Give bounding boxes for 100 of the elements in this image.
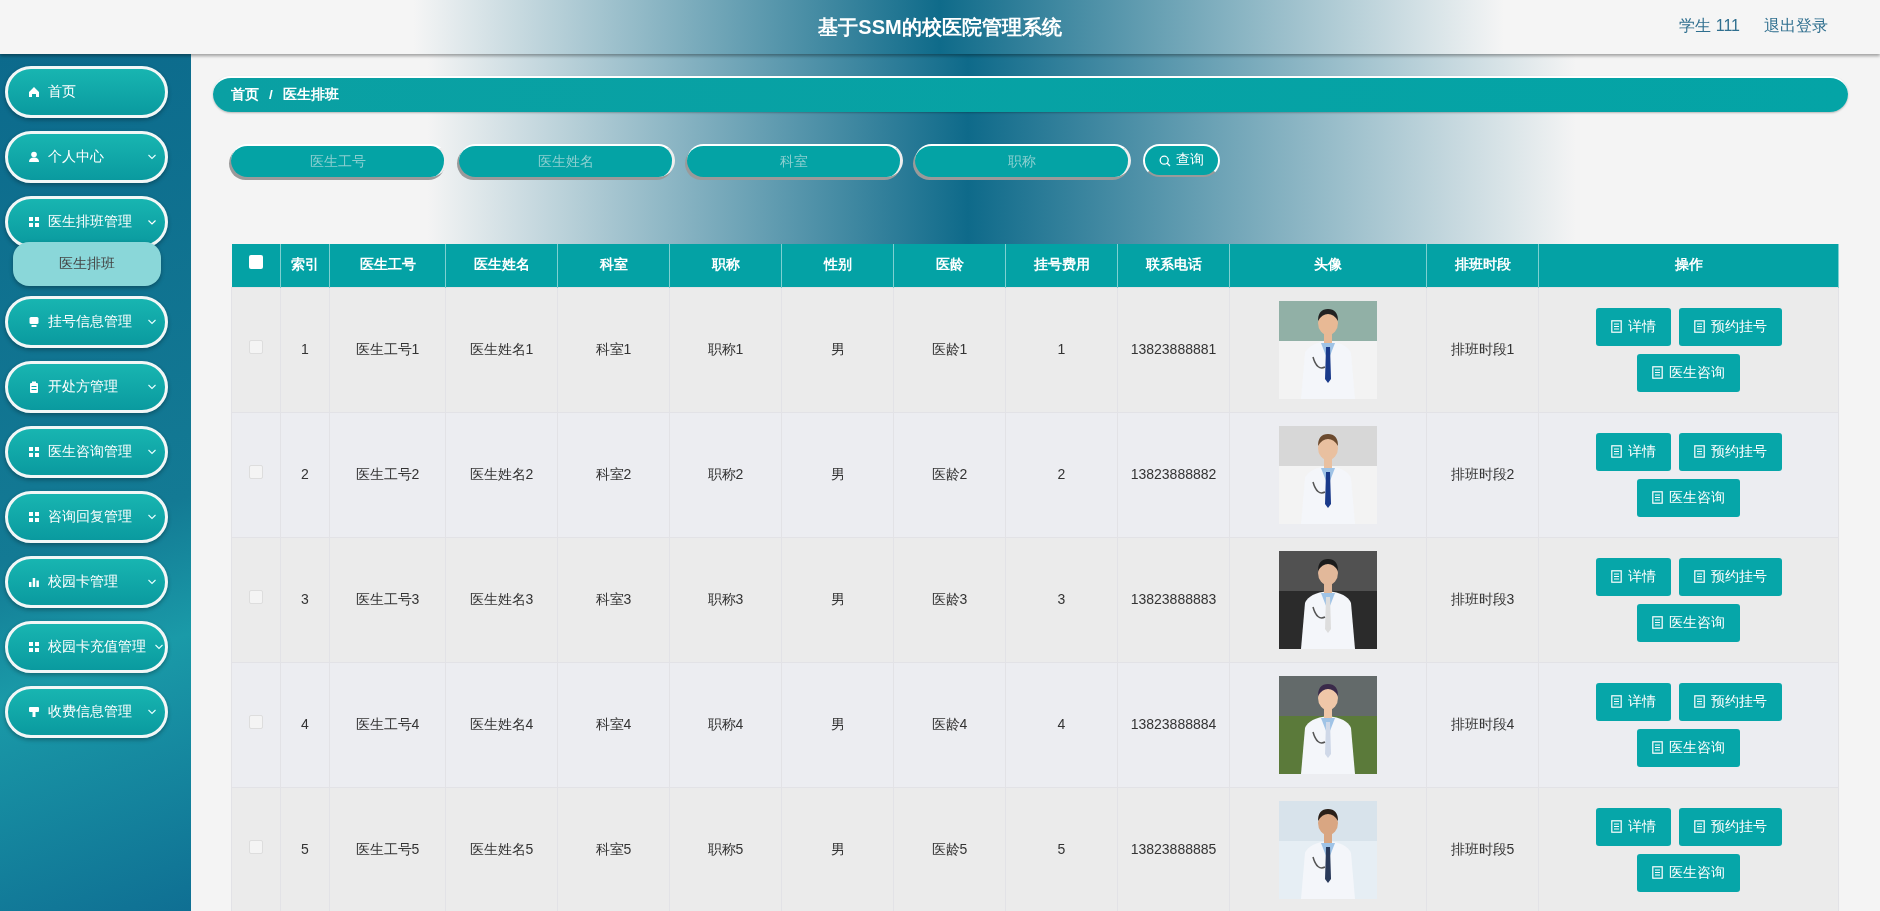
table-cell: 1 [1057, 341, 1066, 357]
table-cell: 职称2 [707, 466, 744, 482]
action-button[interactable]: 详情 [1595, 432, 1671, 471]
action-button[interactable]: 预约挂号 [1678, 807, 1782, 846]
action-button[interactable]: 医生咨询 [1637, 353, 1740, 392]
column-header: 排班时段 [1454, 257, 1511, 273]
document-icon [1693, 570, 1705, 583]
search-icon [1159, 154, 1171, 167]
sidebar-item[interactable]: 首页 [5, 66, 168, 118]
document-icon [1652, 866, 1663, 879]
table-cell: 男 [830, 841, 845, 857]
table-cell: 职称5 [707, 841, 744, 857]
column-header: 职称 [711, 257, 740, 273]
sidebar-item[interactable]: 咨询回复管理 [5, 491, 168, 543]
table-cell: 13823888881 [1130, 341, 1217, 357]
table-cell: 男 [830, 716, 845, 732]
action-button[interactable]: 预约挂号 [1678, 307, 1782, 346]
search-field[interactable]: 医生姓名 [459, 144, 675, 177]
table-cell: 4 [1057, 716, 1066, 732]
document-icon [1610, 820, 1622, 833]
table-cell: 13823888883 [1130, 591, 1217, 607]
document-icon [1693, 695, 1705, 708]
table-cell: 医生工号1 [355, 341, 420, 357]
column-header: 头像 [1314, 257, 1342, 273]
column-header: 医生姓名 [473, 257, 530, 273]
action-button[interactable]: 详情 [1595, 807, 1671, 846]
document-icon [1652, 366, 1663, 379]
table-cell: 2 [301, 466, 309, 482]
table-cell: 排班时段1 [1450, 341, 1515, 357]
column-header: 挂号费用 [1033, 257, 1090, 273]
sidebar-item[interactable]: 开处方管理 [5, 361, 168, 413]
grid-icon [28, 216, 40, 228]
action-button[interactable]: 详情 [1595, 557, 1671, 596]
monitor-icon [28, 316, 40, 328]
table-cell: 排班时段4 [1450, 716, 1515, 732]
column-header: 索引 [291, 257, 319, 273]
breadcrumb-current: 医生排班 [282, 85, 339, 104]
table-cell: 医生工号4 [355, 716, 420, 732]
table-cell: 医龄5 [931, 841, 968, 857]
table-cell: 职称1 [707, 341, 744, 357]
document-icon [1693, 445, 1705, 458]
table-cell: 5 [301, 841, 309, 857]
table-cell: 3 [301, 591, 309, 607]
action-button[interactable]: 详情 [1595, 682, 1671, 721]
action-button[interactable]: 预约挂号 [1678, 682, 1782, 721]
select-all-checkbox[interactable] [248, 255, 263, 270]
table-cell: 13823888884 [1130, 716, 1217, 732]
document-icon [1610, 445, 1622, 458]
sidebar-item[interactable]: 医生咨询管理 [5, 426, 168, 478]
sidebar-item[interactable]: 校园卡管理 [5, 556, 168, 608]
document-icon [1610, 320, 1622, 333]
table-cell: 男 [830, 341, 845, 357]
action-button[interactable]: 医生咨询 [1637, 478, 1740, 517]
document-icon [1693, 820, 1705, 833]
table-cell: 5 [1057, 841, 1066, 857]
table-cell: 医生工号5 [355, 841, 420, 857]
table-cell: 医龄3 [931, 591, 968, 607]
action-button[interactable]: 医生咨询 [1637, 603, 1740, 642]
home-icon [28, 86, 40, 98]
table-cell: 2 [1057, 466, 1066, 482]
table-cell: 科室1 [595, 341, 632, 357]
action-button[interactable]: 详情 [1595, 307, 1671, 346]
table-cell: 医生工号3 [355, 591, 420, 607]
clipboard-icon [28, 381, 40, 393]
user-link[interactable]: 学生 111 [1679, 14, 1740, 38]
sidebar-item[interactable]: 收费信息管理 [5, 686, 168, 738]
submenu-item[interactable]: 医生排班 [13, 242, 161, 286]
column-header: 联系电话 [1145, 257, 1202, 273]
table-cell: 13823888882 [1130, 466, 1217, 482]
column-header: 性别 [823, 257, 852, 273]
document-icon [1610, 570, 1622, 583]
stand-icon [28, 706, 40, 718]
app-title: 基于SSM的校医院管理系统 [818, 15, 1062, 40]
table-cell: 排班时段3 [1450, 591, 1515, 607]
table-cell: 4 [301, 716, 309, 732]
sidebar-item[interactable]: 个人中心 [5, 131, 168, 183]
sidebar-item[interactable]: 挂号信息管理 [5, 296, 168, 348]
grid-icon [28, 511, 40, 523]
search-button[interactable]: 查询 [1143, 144, 1220, 177]
search-field[interactable]: 医生工号 [231, 144, 447, 177]
action-button[interactable]: 预约挂号 [1678, 432, 1782, 471]
search-field[interactable]: 科室 [687, 144, 903, 177]
search-field[interactable]: 职称 [915, 144, 1131, 177]
document-icon [1610, 695, 1622, 708]
table-cell: 医龄2 [931, 466, 968, 482]
action-button[interactable]: 医生咨询 [1637, 853, 1740, 892]
document-icon [1652, 741, 1663, 754]
document-icon [1652, 616, 1663, 629]
table-cell: 医龄4 [931, 716, 968, 732]
column-header: 科室 [599, 257, 628, 273]
action-button[interactable]: 预约挂号 [1678, 557, 1782, 596]
user-icon [28, 151, 40, 163]
action-button[interactable]: 医生咨询 [1637, 728, 1740, 767]
table-cell: 排班时段5 [1450, 841, 1515, 857]
breadcrumb-link[interactable]: 首页 [231, 84, 259, 106]
logout-link[interactable]: 退出登录 [1764, 14, 1828, 38]
table-cell: 医生工号2 [355, 466, 420, 482]
table-cell: 医生姓名4 [469, 716, 534, 732]
table-cell: 科室4 [595, 716, 632, 732]
sidebar-item[interactable]: 校园卡充值管理 [5, 621, 168, 673]
